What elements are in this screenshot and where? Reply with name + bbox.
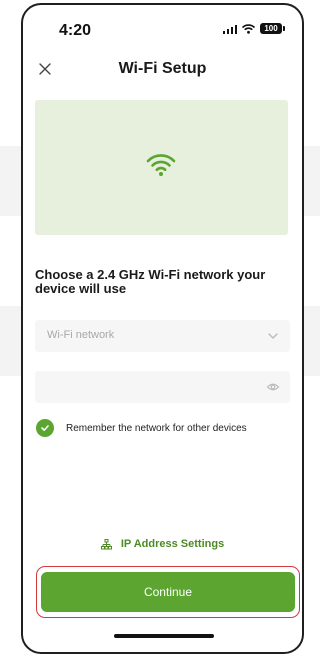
status-bar: 4:20 100	[23, 5, 302, 55]
wifi-status-icon	[242, 23, 255, 34]
wifi-network-select[interactable]: Wi-Fi network	[35, 320, 290, 352]
remember-network-label: Remember the network for other devices	[66, 422, 247, 434]
status-icons: 100	[222, 23, 285, 34]
battery-icon: 100	[260, 23, 285, 34]
password-field[interactable]	[35, 371, 290, 403]
checkbox-checked-icon	[36, 419, 54, 437]
continue-button[interactable]: Continue	[41, 572, 295, 612]
wifi-icon	[146, 154, 176, 176]
home-indicator	[114, 634, 214, 638]
wifi-network-placeholder: Wi-Fi network	[47, 329, 115, 341]
chevron-down-icon	[268, 333, 278, 339]
status-time: 4:20	[59, 22, 92, 39]
eye-icon[interactable]	[266, 380, 280, 394]
hero-illustration	[35, 100, 288, 235]
network-icon	[100, 538, 112, 550]
ip-address-settings-link[interactable]: IP Address Settings	[23, 538, 302, 550]
network-headline: Choose a 2.4 GHz Wi-Fi network your devi…	[35, 267, 266, 296]
header: Wi-Fi Setup	[23, 55, 302, 85]
signal-icon	[222, 24, 237, 34]
page-title: Wi-Fi Setup	[118, 60, 207, 77]
ip-address-settings-label: IP Address Settings	[120, 538, 225, 551]
remember-network-checkbox[interactable]: Remember the network for other devices	[36, 419, 247, 437]
phone-screen: 4:20 100 Wi-Fi Setup Choose a 2.4 GHz Wi…	[21, 3, 304, 654]
